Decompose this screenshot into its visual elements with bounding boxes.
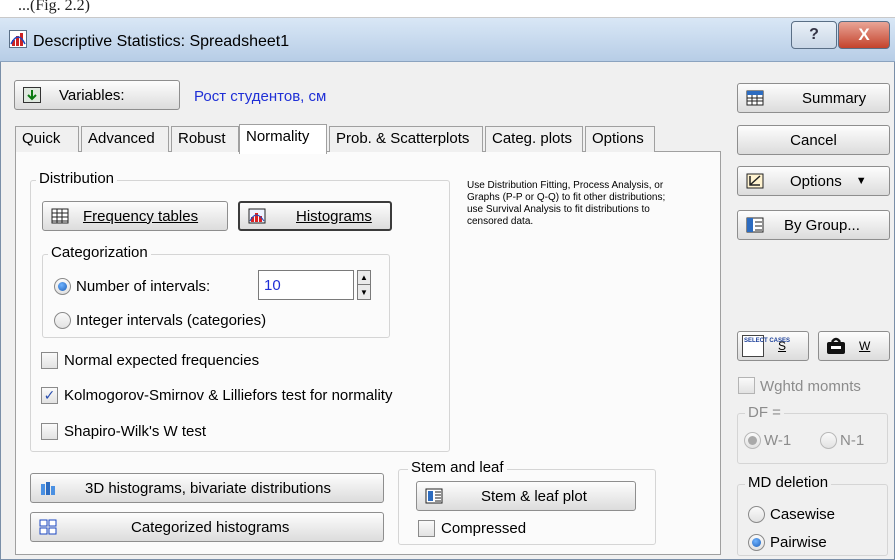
tab-options[interactable]: Options bbox=[585, 126, 655, 152]
integer-intervals-radio[interactable] bbox=[54, 312, 71, 329]
summary-label: Summary bbox=[802, 89, 867, 107]
md-deletion-label: MD deletion bbox=[745, 474, 832, 491]
checkmark-icon: ✓ bbox=[43, 387, 56, 403]
variables-button[interactable]: Variables: bbox=[14, 80, 180, 110]
categorization-group-label: Categorization bbox=[48, 244, 151, 261]
categorized-histograms-label: Categorized histograms bbox=[131, 518, 290, 536]
select-cases-icon: SELECT CASES bbox=[742, 335, 790, 357]
categorized-histogram-icon bbox=[39, 519, 57, 535]
pairwise-radio[interactable] bbox=[748, 534, 765, 551]
by-group-icon bbox=[746, 217, 764, 233]
by-group-button[interactable]: By Group... bbox=[737, 210, 890, 240]
spin-down-icon[interactable]: ▼ bbox=[358, 285, 370, 299]
tab-quick[interactable]: Quick bbox=[15, 126, 79, 152]
stem-leaf-group-label: Stem and leaf bbox=[408, 459, 507, 476]
weights-label: W bbox=[859, 339, 871, 353]
3d-histogram-icon bbox=[41, 482, 55, 495]
df-w1-label: W-1 bbox=[764, 432, 792, 449]
weights-button[interactable]: W bbox=[818, 331, 890, 361]
help-icon: ? bbox=[809, 26, 819, 43]
variables-icon bbox=[23, 87, 41, 103]
histograms-label: Histograms bbox=[296, 207, 372, 225]
stem-leaf-plot-label: Stem & leaf plot bbox=[481, 487, 587, 505]
variables-button-label: Variables: bbox=[59, 86, 125, 104]
tab-prob-scatterplots[interactable]: Prob. & Scatterplots bbox=[329, 126, 483, 152]
number-of-intervals-field[interactable]: 10 bbox=[258, 270, 354, 300]
spin-up-icon[interactable]: ▲ bbox=[358, 271, 370, 285]
select-cases-button[interactable]: SELECT CASES S bbox=[737, 331, 809, 361]
normal-expected-checkbox[interactable] bbox=[41, 352, 58, 369]
stem-leaf-plot-button[interactable]: Stem & leaf plot bbox=[416, 481, 636, 511]
dropdown-arrow-icon: ▼ bbox=[855, 175, 867, 187]
df-n1-radio[interactable] bbox=[820, 432, 837, 449]
help-button[interactable]: ? bbox=[791, 21, 837, 49]
shapiro-wilk-label: Shapiro-Wilk's W test bbox=[64, 423, 207, 440]
integer-intervals-label: Integer intervals (categories) bbox=[76, 312, 267, 329]
compressed-checkbox[interactable] bbox=[418, 520, 435, 537]
weighted-moments-label: Wghtd momnts bbox=[760, 378, 861, 395]
categorized-histograms-button[interactable]: Categorized histograms bbox=[30, 512, 384, 542]
options-icon bbox=[746, 173, 764, 189]
normal-expected-label: Normal expected frequencies bbox=[64, 352, 260, 369]
weighted-moments-checkbox[interactable] bbox=[738, 377, 755, 394]
compressed-label: Compressed bbox=[441, 520, 527, 537]
frequency-tables-button[interactable]: Frequency tables bbox=[42, 201, 228, 231]
table-icon bbox=[51, 208, 69, 224]
number-of-intervals-label: Number of intervals: bbox=[76, 278, 211, 295]
summary-button[interactable]: Summary bbox=[737, 83, 890, 113]
hint-text: Use Distribution Fitting, Process Analys… bbox=[467, 180, 666, 227]
histograms-button[interactable]: Histograms bbox=[238, 201, 392, 231]
weight-icon bbox=[827, 337, 845, 354]
df-w1-radio[interactable] bbox=[744, 432, 761, 449]
df-n1-label: N-1 bbox=[840, 432, 865, 449]
cancel-label: Cancel bbox=[790, 131, 837, 149]
distribution-group-label: Distribution bbox=[36, 170, 118, 187]
number-of-intervals-radio[interactable] bbox=[54, 278, 71, 295]
number-of-intervals-value: 10 bbox=[264, 277, 281, 294]
close-button[interactable]: X bbox=[838, 21, 890, 49]
document-strip bbox=[0, 0, 895, 18]
select-cases-label: S bbox=[778, 339, 787, 353]
tab-robust[interactable]: Robust bbox=[171, 126, 239, 152]
histograms-3d-label: 3D histograms, bivariate distributions bbox=[85, 479, 331, 497]
shapiro-wilk-checkbox[interactable] bbox=[41, 423, 58, 440]
histogram-icon bbox=[248, 208, 266, 224]
tab-categ-plots[interactable]: Categ. plots bbox=[485, 126, 583, 152]
casewise-label: Casewise bbox=[770, 506, 836, 523]
statistics-app-icon bbox=[9, 30, 27, 48]
options-label: Options bbox=[790, 172, 842, 190]
intervals-spinner[interactable]: ▲ ▼ bbox=[357, 270, 371, 300]
casewise-radio[interactable] bbox=[748, 506, 765, 523]
histograms-3d-button[interactable]: 3D histograms, bivariate distributions bbox=[30, 473, 384, 503]
tab-normality[interactable]: Normality bbox=[239, 124, 327, 154]
ks-lilliefors-checkbox[interactable]: ✓ bbox=[41, 387, 58, 404]
by-group-label: By Group... bbox=[784, 216, 860, 234]
df-group-label: DF = bbox=[745, 404, 784, 421]
options-button[interactable]: Options ▼ bbox=[737, 166, 890, 196]
window-title: Descriptive Statistics: Spreadsheet1 bbox=[33, 33, 290, 50]
summary-icon bbox=[746, 90, 764, 106]
pairwise-label: Pairwise bbox=[770, 534, 827, 551]
tab-advanced[interactable]: Advanced bbox=[81, 126, 169, 152]
stem-leaf-icon bbox=[425, 488, 443, 504]
caption-fragment: ...(Fig. 2.2) bbox=[18, 0, 90, 14]
cancel-button[interactable]: Cancel bbox=[737, 125, 890, 155]
ks-lilliefors-label: Kolmogorov-Smirnov & Lilliefors test for… bbox=[64, 387, 393, 404]
variables-value[interactable]: Рост студентов, см bbox=[194, 88, 326, 105]
frequency-tables-label: Frequency tables bbox=[83, 207, 199, 225]
close-icon: X bbox=[858, 25, 870, 44]
